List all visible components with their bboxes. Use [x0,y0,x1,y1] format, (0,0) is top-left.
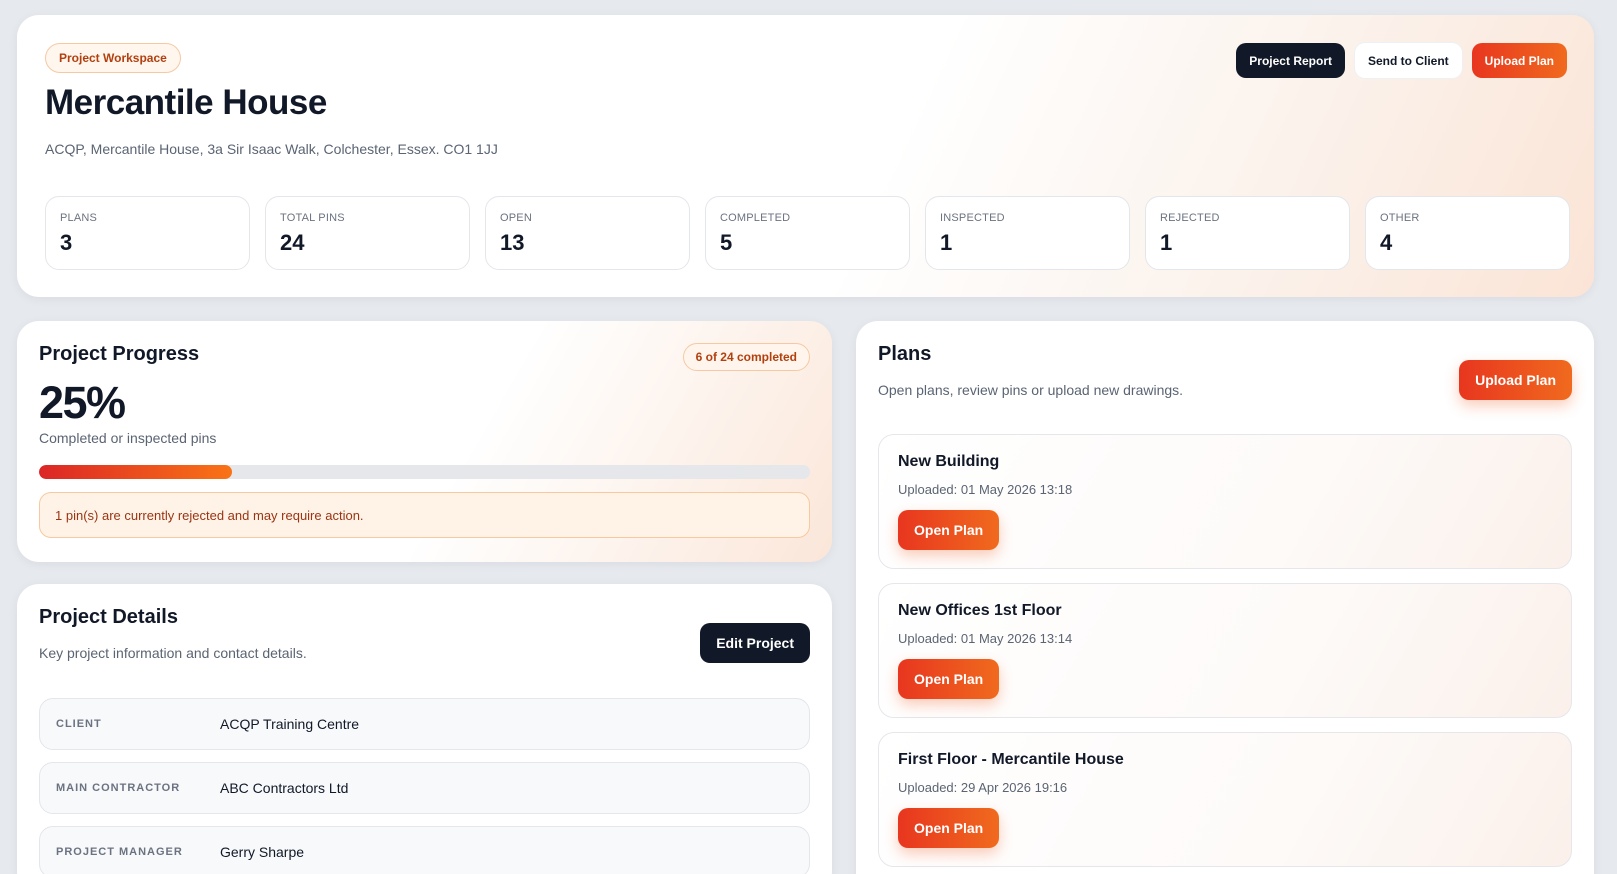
stat-value: 1 [1160,230,1173,255]
detail-row-client: CLIENT ACQP Training Centre [39,698,810,750]
progress-title: Project Progress [39,343,200,365]
stat-value: 13 [500,230,525,255]
project-workspace-page: Project Workspace Mercantile House ACQP,… [0,0,1617,874]
progress-subtitle: Completed or inspected pins [39,430,217,446]
upload-plan-button[interactable]: Upload Plan [1471,43,1567,78]
progress-bar-fill [39,465,232,479]
stat-label: REJECTED [1160,212,1220,224]
send-to-client-button[interactable]: Send to Client [1354,43,1462,78]
plans-card: Plans Open plans, review pins or upload … [856,321,1594,874]
plan-name: New Offices 1st Floor [898,602,1062,619]
stat-label: OPEN [500,212,532,224]
plan-upload-date: Uploaded: 01 May 2026 13:18 [898,482,1073,497]
header-actions: Project Report Send to Client Upload Pla… [1236,43,1567,78]
open-plan-button[interactable]: Open Plan [898,659,1000,699]
stat-label: COMPLETED [720,212,791,224]
detail-row-project-manager: PROJECT MANAGER Gerry Sharpe [39,826,810,874]
detail-label: PROJECT MANAGER [56,846,183,858]
detail-value: ACQP Training Centre [220,716,360,732]
stat-open: OPEN 13 [485,196,690,270]
progress-percent: 25% [39,377,126,428]
project-details-card: Project Details Key project information … [17,584,832,874]
detail-value: Gerry Sharpe [220,844,305,860]
upload-plan-button[interactable]: Upload Plan [1459,360,1572,400]
plan-upload-date: Uploaded: 01 May 2026 13:14 [898,631,1073,646]
plans-title: Plans [878,343,932,365]
detail-row-main-contractor: MAIN CONTRACTOR ABC Contractors Ltd [39,762,810,814]
stat-value: 24 [280,230,305,255]
stat-label: PLANS [60,212,98,224]
stat-plans: PLANS 3 [45,196,250,270]
plans-subtitle: Open plans, review pins or upload new dr… [878,382,1184,398]
stat-inspected: INSPECTED 1 [925,196,1130,270]
project-title: Mercantile House [45,83,327,122]
project-address: ACQP, Mercantile House, 3a Sir Isaac Wal… [45,141,498,157]
open-plan-button[interactable]: Open Plan [898,808,1000,848]
open-plan-button[interactable]: Open Plan [898,510,1000,550]
project-report-button[interactable]: Project Report [1236,43,1345,78]
stat-value: 3 [60,230,73,255]
stat-value: 1 [940,230,953,255]
plan-name: First Floor - Mercantile House [898,751,1124,768]
stat-other: OTHER 4 [1365,196,1570,270]
stat-label: TOTAL PINS [280,212,345,224]
stat-value: 5 [720,230,733,255]
project-header-card: Project Workspace Mercantile House ACQP,… [17,15,1594,297]
plan-card: First Floor - Mercantile House Uploaded:… [878,732,1572,867]
stat-rejected: REJECTED 1 [1145,196,1350,270]
stat-label: OTHER [1380,212,1420,224]
edit-project-button[interactable]: Edit Project [700,623,810,663]
stat-total-pins: TOTAL PINS 24 [265,196,470,270]
details-subtitle: Key project information and contact deta… [39,645,307,661]
stat-label: INSPECTED [940,212,1005,224]
stats-row: PLANS 3 TOTAL PINS 24 OPEN 13 COMPLETED … [45,196,1570,270]
stat-value: 4 [1380,230,1393,255]
completed-count-badge: 6 of 24 completed [682,343,810,371]
plan-upload-date: Uploaded: 29 Apr 2026 19:16 [898,780,1068,795]
project-progress-card: Project Progress 6 of 24 completed 25% C… [17,321,832,562]
rejected-pins-alert: 1 pin(s) are currently rejected and may … [39,492,810,538]
stat-completed: COMPLETED 5 [705,196,910,270]
details-title: Project Details [39,606,178,628]
detail-value: ABC Contractors Ltd [220,780,349,796]
progress-bar [39,465,810,479]
plan-name: New Building [898,453,1000,470]
plan-card: New Building Uploaded: 01 May 2026 13:18… [878,434,1572,569]
detail-label: CLIENT [56,718,102,730]
detail-label: MAIN CONTRACTOR [56,782,181,794]
plan-card: New Offices 1st Floor Uploaded: 01 May 2… [878,583,1572,718]
workspace-badge: Project Workspace [45,43,181,73]
